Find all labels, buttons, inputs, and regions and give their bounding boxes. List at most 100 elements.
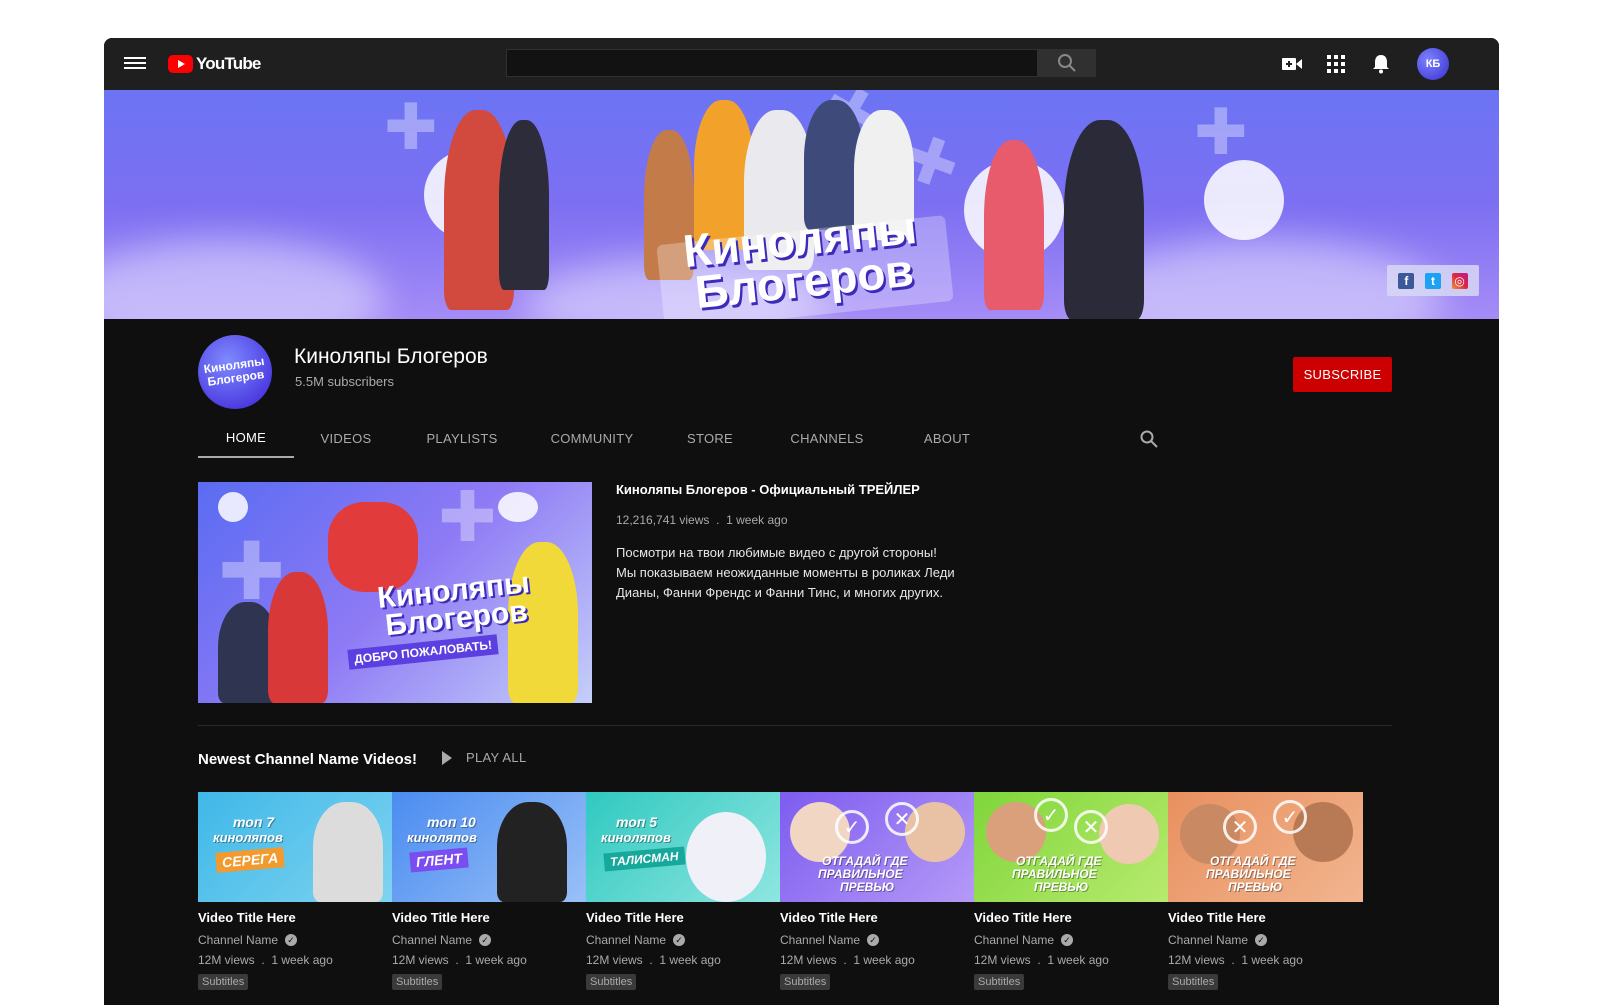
featured-video-meta: 12,216,741 views . 1 week ago	[616, 513, 788, 527]
video-views: 12M views	[198, 953, 255, 967]
paint-splat	[1204, 160, 1284, 240]
video-title[interactable]: Video Title Here	[780, 910, 975, 925]
verified-icon: ✓	[285, 934, 298, 946]
channel-name-text: Channel Name	[586, 933, 667, 947]
facebook-icon[interactable]: f	[1398, 272, 1415, 289]
featured-age: 1 week ago	[726, 513, 788, 527]
video-card[interactable]: ✕ ✓ ОТГАДАЙ ГДЕ ПРАВИЛЬНОЕ ПРЕВЬЮ Video …	[1168, 792, 1363, 990]
banner-person	[1064, 120, 1144, 319]
video-channel[interactable]: Channel Name ✓	[1168, 933, 1363, 947]
video-age: 1 week ago	[659, 953, 721, 967]
thumb-text: топ 10	[427, 814, 476, 830]
play-icon	[442, 750, 452, 765]
video-channel[interactable]: Channel Name ✓	[198, 933, 393, 947]
tab-home[interactable]: HOME	[198, 418, 294, 458]
featured-video-title[interactable]: Киноляпы Блогеров - Официальный ТРЕЙЛЕР	[616, 482, 920, 497]
banner-cross: ✚	[384, 91, 438, 163]
video-views: 12M views	[974, 953, 1031, 967]
tab-store[interactable]: STORE	[680, 418, 740, 458]
banner-person	[984, 140, 1044, 310]
video-title[interactable]: Video Title Here	[586, 910, 781, 925]
video-title[interactable]: Video Title Here	[1168, 910, 1363, 925]
video-channel[interactable]: Channel Name ✓	[974, 933, 1169, 947]
search-input[interactable]	[506, 49, 1038, 77]
thumb-text: топ 7	[233, 814, 275, 830]
thumb-eyes	[218, 492, 248, 522]
play-all-button[interactable]: PLAY ALL	[442, 750, 526, 765]
video-title[interactable]: Video Title Here	[392, 910, 587, 925]
channel-name-text: Channel Name	[974, 933, 1055, 947]
video-meta: 12M views . 1 week ago	[1168, 953, 1303, 967]
video-channel[interactable]: Channel Name ✓	[586, 933, 781, 947]
description-line: Мы показываем неожиданные моменты в роли…	[616, 565, 955, 580]
featured-description: Посмотри на твои любимые видео с другой …	[616, 543, 986, 603]
featured-video-thumbnail[interactable]: ✚ ✚ Киноляпы Блогеров ДОБРО ПОЖАЛОВАТЬ!	[198, 482, 592, 703]
video-thumbnail[interactable]: топ 5 киноляпов ТАЛИСМАН	[586, 792, 781, 902]
checkmark-icon: ✓	[1034, 798, 1068, 832]
verified-icon: ✓	[673, 934, 686, 946]
video-title[interactable]: Video Title Here	[974, 910, 1169, 925]
featured-views: 12,216,741 views	[616, 513, 710, 527]
thumb-text: ОТГАДАЙ ГДЕ	[1016, 854, 1102, 868]
video-views: 12M views	[586, 953, 643, 967]
thumb-tag: ГЛЕНТ	[409, 847, 469, 873]
video-title[interactable]: Video Title Here	[198, 910, 393, 925]
video-card[interactable]: ✓ ✕ ОТГАДАЙ ГДЕ ПРАВИЛЬНОЕ ПРЕВЬЮ Video …	[780, 792, 975, 990]
video-meta: 12M views . 1 week ago	[974, 953, 1109, 967]
shelf-title[interactable]: Newest Channel Name Videos!	[198, 751, 417, 768]
twitter-icon[interactable]: t	[1424, 272, 1441, 289]
thumb-text: ПРАВИЛЬНОЕ	[1012, 867, 1097, 881]
channel-search-icon[interactable]	[1140, 430, 1158, 448]
channel-avatar[interactable]: Киноляпы Блогеров	[198, 335, 272, 409]
video-card[interactable]: топ 5 киноляпов ТАЛИСМАН Video Title Her…	[586, 792, 781, 990]
tab-videos[interactable]: VIDEOS	[314, 418, 378, 458]
social-links: f t ◎	[1387, 265, 1479, 296]
video-thumbnail[interactable]: ✓ ✕ ОТГАДАЙ ГДЕ ПРАВИЛЬНОЕ ПРЕВЬЮ	[780, 792, 975, 902]
account-avatar[interactable]: КБ	[1417, 48, 1449, 80]
menu-icon[interactable]	[124, 54, 146, 74]
video-channel[interactable]: Channel Name ✓	[780, 933, 975, 947]
thumb-text: ПРАВИЛЬНОЕ	[818, 867, 903, 881]
thumb-person	[497, 802, 567, 902]
thumb-text: киноляпов	[213, 830, 283, 845]
video-thumbnail[interactable]: топ 10 киноляпов ГЛЕНТ	[392, 792, 587, 902]
channel-avatar-text: Киноляпы Блогеров	[202, 353, 266, 389]
tab-playlists[interactable]: PLAYLISTS	[420, 418, 504, 458]
video-meta: 12M views . 1 week ago	[392, 953, 527, 967]
thumb-text: ОТГАДАЙ ГДЕ	[1210, 854, 1296, 868]
video-thumbnail[interactable]: ✓ ✕ ОТГАДАЙ ГДЕ ПРАВИЛЬНОЕ ПРЕВЬЮ	[974, 792, 1169, 902]
video-channel[interactable]: Channel Name ✓	[392, 933, 587, 947]
video-meta: 12M views . 1 week ago	[780, 953, 915, 967]
apps-grid-icon[interactable]	[1324, 52, 1348, 76]
video-views: 12M views	[1168, 953, 1225, 967]
description-line: Посмотри на твои любимые видео с другой …	[616, 545, 937, 560]
thumb-text: ПРАВИЛЬНОЕ	[1206, 867, 1291, 881]
banner-person	[499, 120, 549, 290]
search-button[interactable]	[1038, 49, 1096, 77]
video-camera-icon[interactable]	[1280, 52, 1304, 76]
verified-icon: ✓	[1255, 934, 1268, 946]
video-card[interactable]: топ 7 киноляпов СЕРЕГА Video Title Here …	[198, 792, 393, 990]
video-age: 1 week ago	[1047, 953, 1109, 967]
banner-cross: ✚	[1194, 96, 1248, 168]
tab-about[interactable]: ABOUT	[912, 418, 982, 458]
thumb-person	[313, 802, 383, 902]
instagram-icon[interactable]: ◎	[1451, 272, 1468, 289]
subscribe-button[interactable]: SUBSCRIBE	[1293, 357, 1392, 392]
subtitles-badge: Subtitles	[974, 974, 1025, 990]
video-thumbnail[interactable]: ✕ ✓ ОТГАДАЙ ГДЕ ПРАВИЛЬНОЕ ПРЕВЬЮ	[1168, 792, 1363, 902]
section-divider	[198, 725, 1392, 726]
subtitles-badge: Subtitles	[392, 974, 443, 990]
video-age: 1 week ago	[465, 953, 527, 967]
subscriber-count: 5.5M subscribers	[295, 374, 394, 389]
tab-community[interactable]: COMMUNITY	[544, 418, 640, 458]
tab-channels[interactable]: CHANNELS	[782, 418, 872, 458]
banner-cloud	[104, 240, 384, 319]
bell-icon[interactable]	[1369, 52, 1393, 76]
video-thumbnail[interactable]: топ 7 киноляпов СЕРЕГА	[198, 792, 393, 902]
video-card[interactable]: топ 10 киноляпов ГЛЕНТ Video Title Here …	[392, 792, 587, 990]
youtube-logo[interactable]: YouTube	[168, 53, 261, 75]
video-age: 1 week ago	[853, 953, 915, 967]
youtube-play-icon	[168, 55, 193, 73]
video-card[interactable]: ✓ ✕ ОТГАДАЙ ГДЕ ПРАВИЛЬНОЕ ПРЕВЬЮ Video …	[974, 792, 1169, 990]
